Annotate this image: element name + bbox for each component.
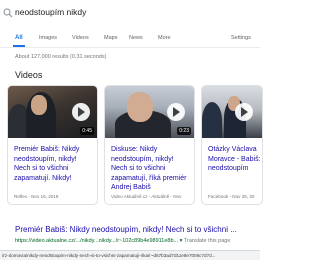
video-duration: 0:45 [80,127,94,135]
thumbnail-figure [202,102,222,138]
active-tab-indicator [13,45,25,47]
result-title-link[interactable]: Premiér Babiš: Nikdy neodstoupím, nikdy!… [15,225,237,234]
play-icon[interactable] [235,103,253,121]
result-url: https://video.aktualne.cz/.../nikdy...ni… [15,238,230,244]
video-thumbnail[interactable]: 0:45 [8,86,97,138]
video-title[interactable]: Premiér Babiš: Nikdy neodstoupím, nikdy!… [14,145,94,183]
tab-all[interactable]: All [15,35,23,41]
video-title[interactable]: Otázky Václava Moravce - Babiš: neodstou… [208,145,262,174]
play-icon[interactable] [167,103,185,121]
result-stats: About 127,000 results (0.31 seconds) [15,54,107,60]
video-card[interactable]: 0:23 Diskuse: Nikdy neodstoupím, nikdy! … [104,85,195,205]
tab-images[interactable]: Images [39,35,57,41]
videos-heading: Videos [15,70,43,80]
tab-more[interactable]: More [158,35,171,41]
video-card[interactable]: 0:45 Premiér Babiš: Nikdy neodstoupím, n… [7,85,98,205]
result-url-text[interactable]: https://video.aktualne.cz/.../nikdy...ni… [15,238,182,244]
search-input[interactable]: neodstoupím nikdy [15,7,86,17]
video-meta: Facebook - Nov 25, 20 [208,194,255,199]
video-card[interactable]: Otázky Václava Moravce - Babiš: neodstou… [201,85,263,205]
search-icon[interactable] [3,8,13,18]
thumbnail-face [31,95,47,115]
tab-settings[interactable]: Settings [231,35,251,41]
thumbnail-face [127,92,153,122]
video-meta: Reflex - Nov 16, 2018 [14,194,59,199]
tab-maps[interactable]: Maps [104,35,117,41]
tab-videos[interactable]: Videos [72,35,89,41]
video-duration: 0:23 [177,127,191,135]
video-title[interactable]: Diskuse: Nikdy neodstoupím, nikdy! Nech … [111,145,191,193]
tab-news[interactable]: News [129,35,143,41]
video-thumbnail[interactable]: 0:23 [105,86,194,138]
video-thumbnail[interactable] [202,86,262,138]
play-icon[interactable] [72,103,90,121]
translate-link[interactable]: Translate this page [184,238,231,244]
search-tabs: All Images Videos Maps News More Setting… [0,32,260,48]
search-bar[interactable]: neodstoupím nikdy [0,0,260,28]
status-bar-url: /rz-domovia/nikdy-neodstoupim-nikdy-nech… [0,250,260,260]
video-meta: Video Aktuálně.cz - Aktuálně - Nov [111,194,182,199]
